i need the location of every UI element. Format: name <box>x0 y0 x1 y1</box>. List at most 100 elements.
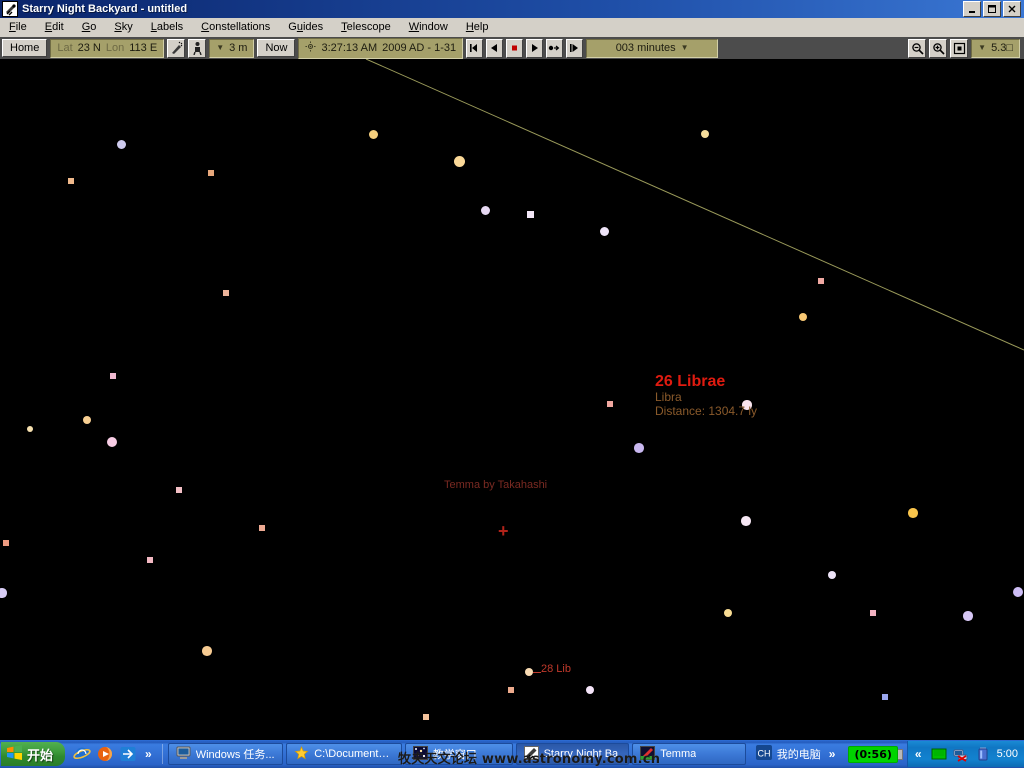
star[interactable] <box>109 372 117 380</box>
internet-explorer-icon[interactable] <box>73 745 91 763</box>
star[interactable] <box>223 290 229 296</box>
star[interactable] <box>526 210 534 218</box>
star[interactable] <box>422 713 430 721</box>
window-controls <box>963 1 1024 17</box>
task-button-documents[interactable]: C:\Documents ... <box>286 743 402 765</box>
label-leader-line <box>533 672 541 673</box>
taskbar-divider <box>161 744 163 764</box>
chevron-down-icon: ▼ <box>680 43 689 52</box>
star-label-28-lib: 28 Lib <box>541 663 571 675</box>
main-toolbar: Home Lat 23 N Lon 113 E ▼ 3 m Now 3:27:1… <box>0 37 1024 59</box>
menu-file[interactable]: File <box>0 19 36 36</box>
timestep-field[interactable]: 003 minutes ▼ <box>586 38 719 58</box>
menu-sky[interactable]: Sky <box>105 19 141 36</box>
start-button[interactable]: 开始 <box>1 742 66 766</box>
battery-icon[interactable] <box>975 746 991 762</box>
star[interactable] <box>107 437 117 447</box>
menu-help[interactable]: Help <box>457 19 498 36</box>
star[interactable] <box>507 686 515 694</box>
star[interactable] <box>68 178 74 184</box>
menu-window[interactable]: Window <box>400 19 457 36</box>
star[interactable] <box>0 588 7 598</box>
star[interactable] <box>146 556 154 564</box>
sun-icon <box>305 41 316 56</box>
task-label: C:\Documents ... <box>314 748 394 760</box>
star[interactable] <box>908 508 918 518</box>
battery-cap-icon <box>897 748 903 760</box>
star[interactable] <box>116 139 126 149</box>
battery-meter[interactable]: (0:56) <box>848 745 903 763</box>
windows-flag-icon <box>6 744 23 764</box>
wand-icon[interactable] <box>167 38 186 58</box>
task-label: Temma <box>660 748 697 760</box>
selected-object-label: 26 Librae Libra Distance: 1304.7 ly <box>655 373 757 418</box>
elevation-field[interactable]: ▼ 3 m <box>209 38 255 58</box>
star[interactable] <box>208 170 214 176</box>
title-bar: Starry Night Backyard - untitled <box>0 0 1024 18</box>
observer-icon[interactable] <box>188 38 207 58</box>
home-button[interactable]: Home <box>2 39 48 57</box>
tray-expand-icon[interactable]: « <box>912 747 925 761</box>
svg-text:CH: CH <box>757 749 770 759</box>
star[interactable] <box>881 693 889 701</box>
star[interactable] <box>634 443 644 453</box>
star[interactable] <box>258 524 266 532</box>
star[interactable] <box>869 609 877 617</box>
lon-value: 113 E <box>129 41 158 54</box>
zoom-fit-icon[interactable] <box>950 38 969 58</box>
stop-button[interactable] <box>506 38 524 58</box>
menu-go[interactable]: Go <box>73 19 106 36</box>
play-forward-button[interactable] <box>526 38 544 58</box>
star[interactable] <box>453 155 465 167</box>
now-button[interactable]: Now <box>257 39 296 57</box>
selected-object-name: 26 Librae <box>655 373 726 390</box>
field-of-view-field[interactable]: ▼ 5.3□ <box>971 38 1020 58</box>
task-button-windows-task[interactable]: Windows 任务... <box>167 743 284 765</box>
star[interactable] <box>817 277 825 285</box>
lat-value: 23 N <box>77 41 101 54</box>
chevron-down-icon: ▼ <box>216 43 225 52</box>
datetime-field[interactable]: 3:27:13 AM 2009 AD - 1-31 <box>298 37 464 59</box>
zoom-out-icon[interactable] <box>908 38 927 58</box>
maximize-button[interactable] <box>983 1 1001 17</box>
ecliptic-line <box>365 59 1024 351</box>
star[interactable] <box>599 226 609 236</box>
step-forward-button[interactable] <box>566 38 584 58</box>
play-reverse-button[interactable] <box>486 38 504 58</box>
menu-guides[interactable]: Guides <box>279 19 332 36</box>
star[interactable] <box>368 129 378 139</box>
minimize-button[interactable] <box>963 1 981 17</box>
system-tray: « 5:00 <box>906 741 1024 767</box>
taskbar-clock[interactable]: 5:00 <box>997 748 1018 760</box>
media-player-icon[interactable] <box>96 745 114 763</box>
menu-edit[interactable]: Edit <box>36 19 73 36</box>
lat-caption: Lat <box>57 41 73 54</box>
task-button-my-computer[interactable]: CH 我的电脑 » <box>749 743 846 765</box>
ime-keyboard-icon[interactable] <box>931 746 947 762</box>
star[interactable] <box>175 486 183 494</box>
star[interactable] <box>606 400 614 408</box>
star[interactable] <box>1013 587 1023 597</box>
menu-telescope[interactable]: Telescope <box>332 19 400 36</box>
task-overflow-icon[interactable]: » <box>826 747 839 761</box>
star[interactable] <box>741 516 751 526</box>
zoom-in-icon[interactable] <box>929 38 948 58</box>
sky-view[interactable]: 26 Librae Libra Distance: 1304.7 ly + Te… <box>0 59 1024 740</box>
telescope-marker-label: Temma by Takahashi <box>444 479 548 491</box>
star[interactable] <box>480 205 490 215</box>
star[interactable] <box>963 611 973 621</box>
single-step-button[interactable] <box>546 38 564 58</box>
chevron-down-icon: ▼ <box>978 43 987 52</box>
step-back-button[interactable] <box>466 38 484 58</box>
menu-labels[interactable]: Labels <box>142 19 192 36</box>
menu-constellations[interactable]: Constellations <box>192 19 279 36</box>
time-value: 3:27:13 AM <box>321 41 378 54</box>
star[interactable] <box>202 646 212 656</box>
network-disconnected-icon[interactable] <box>953 746 969 762</box>
close-button[interactable] <box>1003 1 1021 17</box>
show-desktop-icon[interactable] <box>119 745 137 763</box>
location-field[interactable]: Lat 23 N Lon 113 E <box>50 38 165 58</box>
star[interactable] <box>701 130 709 138</box>
quicklaunch-overflow-icon[interactable]: » <box>142 747 155 761</box>
star[interactable] <box>3 540 9 546</box>
